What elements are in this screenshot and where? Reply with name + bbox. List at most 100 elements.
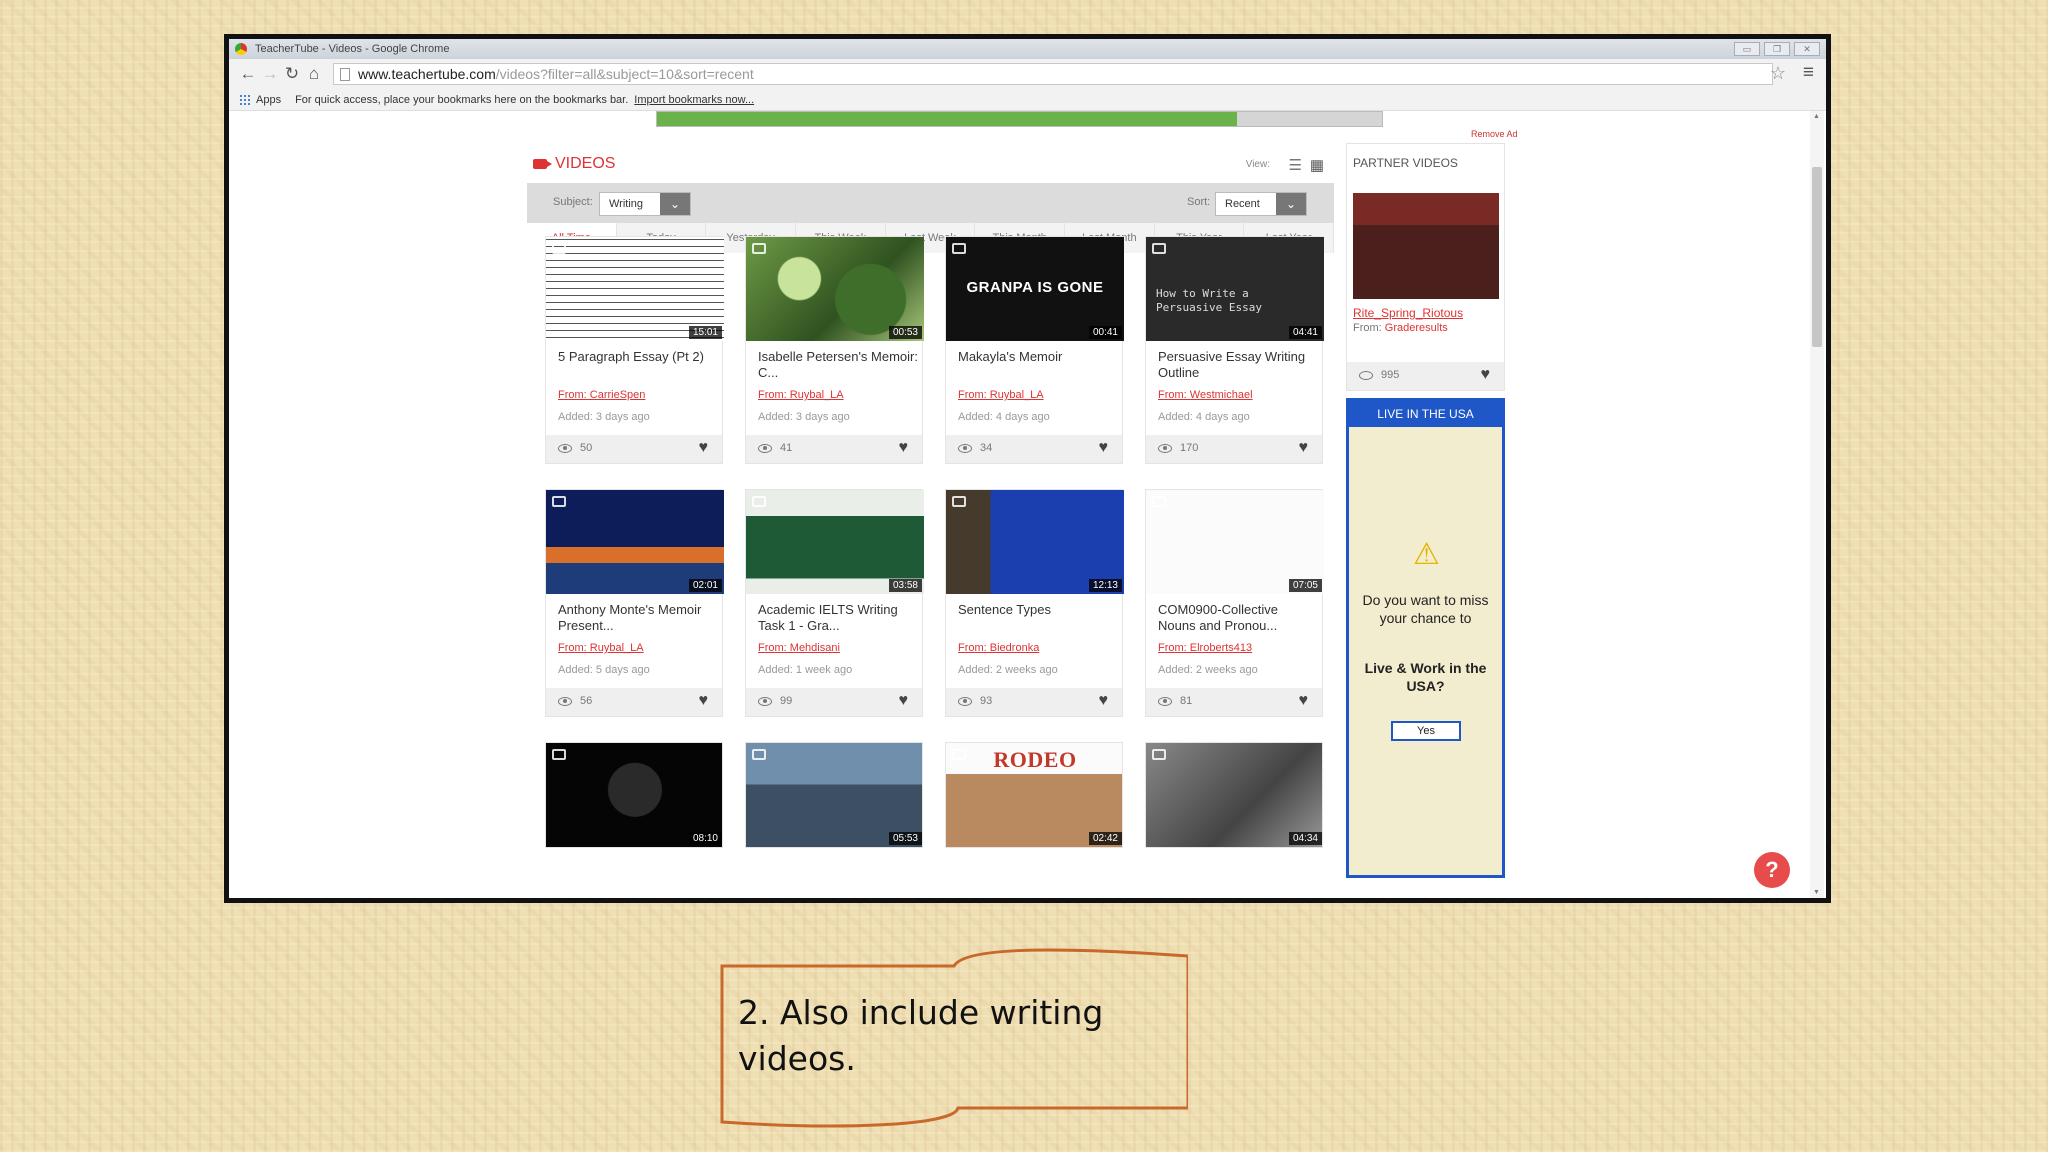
video-title[interactable]: Sentence Types (958, 602, 1118, 618)
scroll-down-icon[interactable]: ▼ (1813, 889, 1820, 896)
eye-icon (758, 444, 772, 453)
video-thumbnail[interactable]: GRANPA IS GONE 00:41 (946, 237, 1124, 341)
video-thumbnail[interactable]: RODEO 02:42 (946, 743, 1122, 847)
page-viewport: Remove Ad VIDEOS View: ☰ ▦ Subject: Writ… (229, 111, 1826, 898)
video-author-link[interactable]: From: CarrieSpen (558, 389, 645, 401)
video-card[interactable]: 03:58 Academic IELTS Writing Task 1 - Gra… (745, 489, 924, 717)
help-button[interactable]: ? (1754, 852, 1790, 888)
home-icon[interactable]: ⌂ (303, 64, 325, 84)
video-added-date: Added: 5 days ago (558, 664, 650, 676)
video-title[interactable]: Persuasive Essay Writing Outline (1158, 349, 1318, 381)
video-card[interactable]: 04:34 (1145, 742, 1323, 848)
video-thumbnail[interactable]: 00:53 (746, 237, 924, 341)
video-thumbnail[interactable]: How to Write a Persuasive Essay 04:41 (1146, 237, 1324, 341)
scrollbar-thumb[interactable] (1812, 167, 1822, 347)
video-added-date: Added: 2 weeks ago (1158, 664, 1258, 676)
screenshot-frame: TeacherTube - Videos - Google Chrome ▭ ❐… (224, 34, 1831, 903)
star-icon[interactable]: ☆ (1770, 63, 1786, 84)
restore-icon[interactable]: ❐ (1764, 42, 1790, 56)
remove-ad-link[interactable]: Remove Ad (1471, 129, 1518, 139)
video-stats: 93 ♥ (946, 688, 1122, 716)
video-card[interactable]: 07:05 COM0900-Collective Nouns and Pronou… (1145, 489, 1324, 717)
video-card[interactable]: How to Write a Persuasive Essay 04:41 Pers… (1145, 236, 1324, 464)
url-path: /videos?filter=all&subject=10&sort=recen… (495, 66, 754, 82)
minimize-icon[interactable]: ▭ (1734, 42, 1760, 56)
heart-icon[interactable]: ♥ (1481, 366, 1491, 384)
video-card[interactable]: 02:01 Anthony Monte's Memoir Present... Fr… (545, 489, 724, 717)
video-card[interactable]: GRANPA IS GONE 00:41 Makayla's Memoir From:… (945, 236, 1124, 464)
video-card[interactable]: 08:10 (545, 742, 723, 848)
video-card[interactable]: 12:13 Sentence Types From: Biedronka Added:… (945, 489, 1124, 717)
video-author-link[interactable]: From: Elroberts413 (1158, 642, 1252, 654)
vertical-scrollbar[interactable]: ▲ ▼ (1810, 111, 1824, 898)
heart-icon[interactable]: ♥ (899, 692, 909, 710)
partner-from: From: Graderesults (1353, 322, 1448, 334)
video-author-link[interactable]: From: Ruybal_LA (758, 389, 844, 401)
section-title: VIDEOS (555, 155, 616, 172)
video-thumbnail[interactable]: 08:10 (546, 743, 722, 847)
video-title[interactable]: COM0900-Collective Nouns and Pronou... (1158, 602, 1318, 634)
view-label: View: (1245, 159, 1270, 170)
apps-grid-icon[interactable] (239, 94, 250, 105)
video-author-link[interactable]: From: Mehdisani (758, 642, 840, 654)
video-title[interactable]: Academic IELTS Writing Task 1 - Gra... (758, 602, 918, 634)
advertisement[interactable]: LIVE IN THE USA ⚠ Do you want to miss yo… (1346, 398, 1505, 878)
heart-icon[interactable]: ♥ (1099, 439, 1109, 457)
video-title[interactable]: Makayla's Memoir (958, 349, 1118, 365)
sort-select[interactable]: Recent ⌄ (1215, 192, 1307, 216)
apps-link[interactable]: Apps (256, 94, 281, 106)
video-duration: 05:53 (888, 832, 922, 845)
video-author-link[interactable]: From: Ruybal_LA (558, 642, 644, 654)
video-added-date: Added: 4 days ago (1158, 411, 1250, 423)
video-thumbnail[interactable]: 05:53 (746, 743, 922, 847)
chevron-down-icon[interactable]: ⌄ (660, 193, 690, 215)
video-author-link[interactable]: From: Westmichael (1158, 389, 1253, 401)
video-card[interactable]: 05:53 (745, 742, 923, 848)
video-title[interactable]: Anthony Monte's Memoir Present... (558, 602, 718, 634)
partner-from-user[interactable]: Graderesults (1385, 322, 1448, 334)
reload-icon[interactable]: ↻ (281, 64, 303, 84)
chevron-down-icon[interactable]: ⌄ (1276, 193, 1306, 215)
video-duration: 04:41 (1288, 326, 1322, 339)
warning-icon: ⚠ (1413, 538, 1440, 571)
menu-icon[interactable]: ≡ (1803, 62, 1814, 84)
video-title[interactable]: 5 Paragraph Essay (Pt 2) (558, 349, 718, 365)
page-icon (340, 67, 350, 81)
heart-icon[interactable]: ♥ (1299, 692, 1309, 710)
grid-view-icon[interactable]: ▦ (1310, 156, 1324, 174)
partner-video-title[interactable]: Rite_Spring_Riotous (1353, 306, 1463, 320)
video-camera-icon (752, 496, 766, 507)
address-bar[interactable]: www.teachertube.com/videos?filter=all&su… (333, 63, 1773, 85)
list-view-icon[interactable]: ☰ (1289, 156, 1302, 174)
heart-icon[interactable]: ♥ (1099, 692, 1109, 710)
close-icon[interactable]: ✕ (1794, 42, 1820, 56)
forward-icon[interactable]: → (259, 64, 281, 84)
heart-icon[interactable]: ♥ (1299, 439, 1309, 457)
video-title[interactable]: Isabelle Petersen's Memoir: C... (758, 349, 918, 381)
chrome-logo-icon (235, 43, 247, 55)
video-card[interactable]: 15:01 5 Paragraph Essay (Pt 2) From: Carri… (545, 236, 724, 464)
video-thumbnail[interactable]: 03:58 (746, 490, 924, 594)
video-thumbnail[interactable]: 02:01 (546, 490, 724, 594)
video-author-link[interactable]: From: Ruybal_LA (958, 389, 1044, 401)
video-stats: 41 ♥ (746, 435, 922, 463)
bookmarks-hint: For quick access, place your bookmarks h… (295, 93, 629, 106)
video-thumbnail[interactable]: 12:13 (946, 490, 1124, 594)
video-author-link[interactable]: From: Biedronka (958, 642, 1039, 654)
heart-icon[interactable]: ♥ (899, 439, 909, 457)
back-icon[interactable]: ← (237, 64, 259, 84)
video-thumbnail[interactable]: 04:34 (1146, 743, 1322, 847)
video-thumbnail[interactable]: 15:01 (546, 237, 724, 341)
video-card[interactable]: RODEO 02:42 (945, 742, 1123, 848)
video-card[interactable]: 00:53 Isabelle Petersen's Memoir: C... Fro… (745, 236, 924, 464)
subject-select[interactable]: Writing ⌄ (599, 192, 691, 216)
video-thumbnail[interactable]: 07:05 (1146, 490, 1324, 594)
heart-icon[interactable]: ♥ (699, 692, 709, 710)
heart-icon[interactable]: ♥ (699, 439, 709, 457)
scroll-up-icon[interactable]: ▲ (1813, 113, 1820, 120)
page-load-progress (656, 111, 1383, 127)
import-bookmarks-link[interactable]: Import bookmarks now... (634, 94, 754, 106)
partner-thumbnail[interactable] (1353, 193, 1499, 299)
ad-yes-button[interactable]: Yes (1391, 721, 1461, 741)
video-duration: 04:34 (1288, 832, 1322, 845)
